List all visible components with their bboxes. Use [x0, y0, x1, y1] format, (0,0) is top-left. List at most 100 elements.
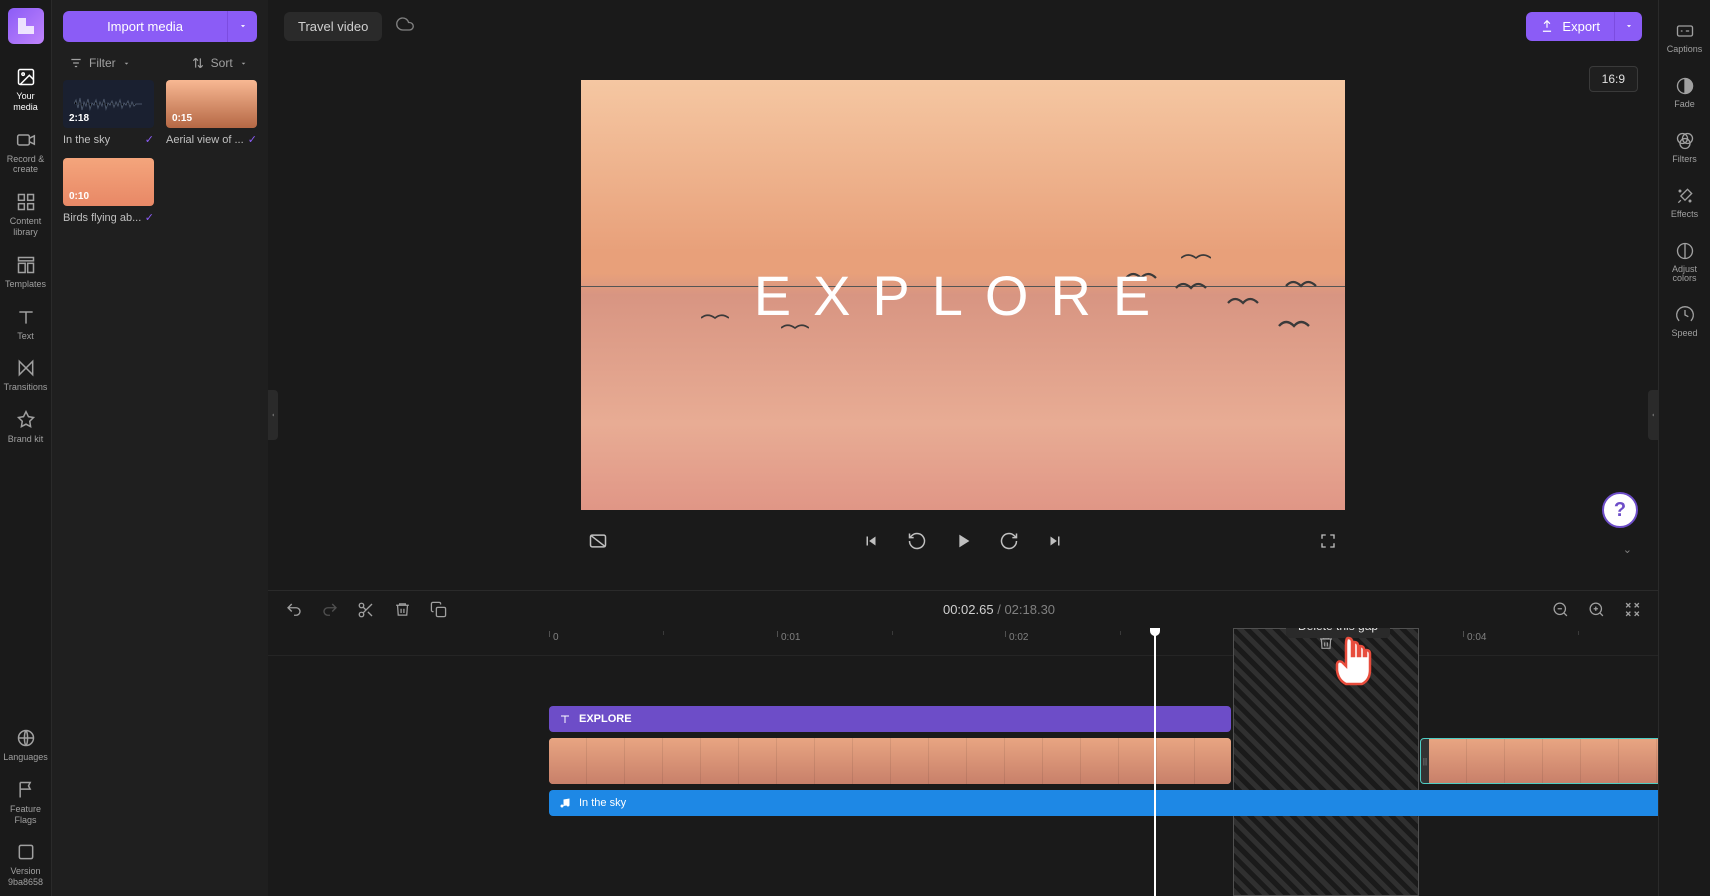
transitions-icon: [15, 357, 37, 379]
media-panel: Import media Filter Sort 2:18 In the sky…: [52, 0, 268, 896]
media-thumbnail: 0:15: [166, 80, 257, 128]
timeline-area[interactable]: Delete this gap 0 0:01 0:02 0:03 0:04 0:…: [268, 628, 1658, 896]
player-controls: [581, 520, 1345, 562]
effects-icon: [1674, 185, 1696, 207]
nav-version[interactable]: Version 9ba8658: [2, 833, 50, 896]
tool-filters[interactable]: Filters: [1661, 122, 1709, 173]
right-sidebar: Captions Fade Filters Effects Adjust col…: [1658, 0, 1710, 896]
filter-icon: [69, 56, 83, 70]
delete-gap-button[interactable]: [1318, 635, 1334, 656]
timeline-ruler[interactable]: 0 0:01 0:02 0:03 0:04 0:05: [268, 628, 1658, 656]
media-grid: 2:18 In the sky✓ 0:15 Aerial view of ...…: [63, 80, 257, 224]
audio-clip[interactable]: In the sky: [549, 790, 1658, 816]
tool-captions[interactable]: Captions: [1661, 12, 1709, 63]
import-button-group: Import media: [63, 11, 257, 42]
cloud-sync-icon[interactable]: [396, 15, 414, 38]
nav-content-library[interactable]: Content library: [2, 183, 50, 246]
split-button[interactable]: [356, 600, 376, 620]
filters-icon: [1674, 130, 1696, 152]
fit-zoom-button[interactable]: [1622, 600, 1642, 620]
play-button[interactable]: [950, 528, 976, 554]
globe-icon: [15, 727, 37, 749]
help-button[interactable]: ?: [1602, 492, 1638, 528]
playhead[interactable]: [1154, 628, 1156, 896]
undo-button[interactable]: [284, 600, 304, 620]
zoom-out-button[interactable]: [1550, 600, 1570, 620]
filter-button[interactable]: Filter: [69, 56, 131, 70]
text-clip[interactable]: EXPLORE: [549, 706, 1231, 732]
top-bar: Travel video Export: [268, 0, 1658, 52]
export-button[interactable]: Export: [1526, 12, 1614, 41]
library-icon: [15, 191, 37, 213]
brand-icon: [15, 409, 37, 431]
chevron-down-icon: [122, 59, 131, 68]
forward-button[interactable]: [996, 528, 1022, 554]
preview-wrap: EXPLORE: [268, 52, 1658, 590]
nav-feature-flags[interactable]: Feature Flags: [2, 771, 50, 834]
bird-graphic: [1181, 250, 1211, 266]
record-icon: [15, 129, 37, 151]
video-preview[interactable]: EXPLORE: [581, 80, 1345, 510]
bird-graphic: [701, 310, 729, 326]
tool-fade[interactable]: Fade: [1661, 67, 1709, 118]
nav-your-media[interactable]: Your media: [2, 58, 50, 121]
duplicate-button[interactable]: [428, 600, 448, 620]
skip-end-button[interactable]: [1042, 528, 1068, 554]
rewind-button[interactable]: [904, 528, 930, 554]
sort-icon: [191, 56, 205, 70]
chevron-down-icon: [239, 59, 248, 68]
sort-button[interactable]: Sort: [191, 56, 248, 70]
speed-icon: [1674, 304, 1696, 326]
redo-button[interactable]: [320, 600, 340, 620]
help-chevron[interactable]: ⌄: [1623, 543, 1632, 556]
media-icon: [15, 66, 37, 88]
app-logo[interactable]: [8, 8, 44, 44]
export-button-group: Export: [1526, 12, 1642, 41]
nav-templates[interactable]: Templates: [2, 246, 50, 298]
check-icon: ✓: [248, 133, 257, 146]
tool-effects[interactable]: Effects: [1661, 177, 1709, 228]
export-dropdown[interactable]: [1614, 12, 1642, 41]
nav-text[interactable]: Text: [2, 298, 50, 350]
delete-button[interactable]: [392, 600, 412, 620]
import-dropdown[interactable]: [227, 11, 257, 42]
skip-start-button[interactable]: [858, 528, 884, 554]
video-clip-1[interactable]: [549, 738, 1231, 784]
timeline-timecode: 00:02.65 / 02:18.30: [943, 602, 1055, 617]
tool-speed[interactable]: Speed: [1661, 296, 1709, 347]
timeline-toolbar: 00:02.65 / 02:18.30: [268, 590, 1658, 628]
chevron-down-icon: [238, 21, 248, 31]
video-clip-2[interactable]: ||: [1420, 738, 1658, 784]
left-sidebar: Your media Record & create Content libra…: [0, 0, 52, 896]
media-item-video1[interactable]: 0:15 Aerial view of ...✓: [166, 80, 257, 146]
nav-transitions[interactable]: Transitions: [2, 349, 50, 401]
version-icon: [15, 841, 37, 863]
fade-icon: [1674, 75, 1696, 97]
captions-icon: [1674, 20, 1696, 42]
import-media-button[interactable]: Import media: [63, 11, 227, 42]
clip-handle[interactable]: ||: [1421, 739, 1429, 783]
flag-icon: [15, 779, 37, 801]
check-icon: ✓: [145, 133, 154, 146]
bird-graphic: [1221, 295, 1265, 311]
check-icon: ✓: [145, 211, 154, 224]
nav-record-create[interactable]: Record & create: [2, 121, 50, 184]
chevron-down-icon: [1624, 21, 1634, 31]
project-name-input[interactable]: Travel video: [284, 12, 382, 41]
media-item-video2[interactable]: 0:10 Birds flying ab...✓: [63, 158, 154, 224]
music-icon: [559, 797, 571, 809]
gap-tooltip: Delete this gap: [1286, 628, 1390, 638]
nav-brand-kit[interactable]: Brand kit: [2, 401, 50, 453]
zoom-in-button[interactable]: [1586, 600, 1606, 620]
main-area: Travel video Export 16:9 EXPLORE: [268, 0, 1658, 896]
bird-graphic: [1271, 318, 1317, 334]
text-icon: [559, 713, 571, 725]
nav-languages[interactable]: Languages: [2, 719, 50, 771]
media-thumbnail: 2:18: [63, 80, 154, 128]
timeline-tracks: EXPLORE || In the sky: [268, 656, 1658, 706]
audio-off-button[interactable]: [585, 528, 611, 554]
media-item-audio[interactable]: 2:18 In the sky✓: [63, 80, 154, 146]
adjust-icon: [1674, 240, 1696, 262]
fullscreen-button[interactable]: [1315, 528, 1341, 554]
tool-adjust-colors[interactable]: Adjust colors: [1661, 232, 1709, 293]
